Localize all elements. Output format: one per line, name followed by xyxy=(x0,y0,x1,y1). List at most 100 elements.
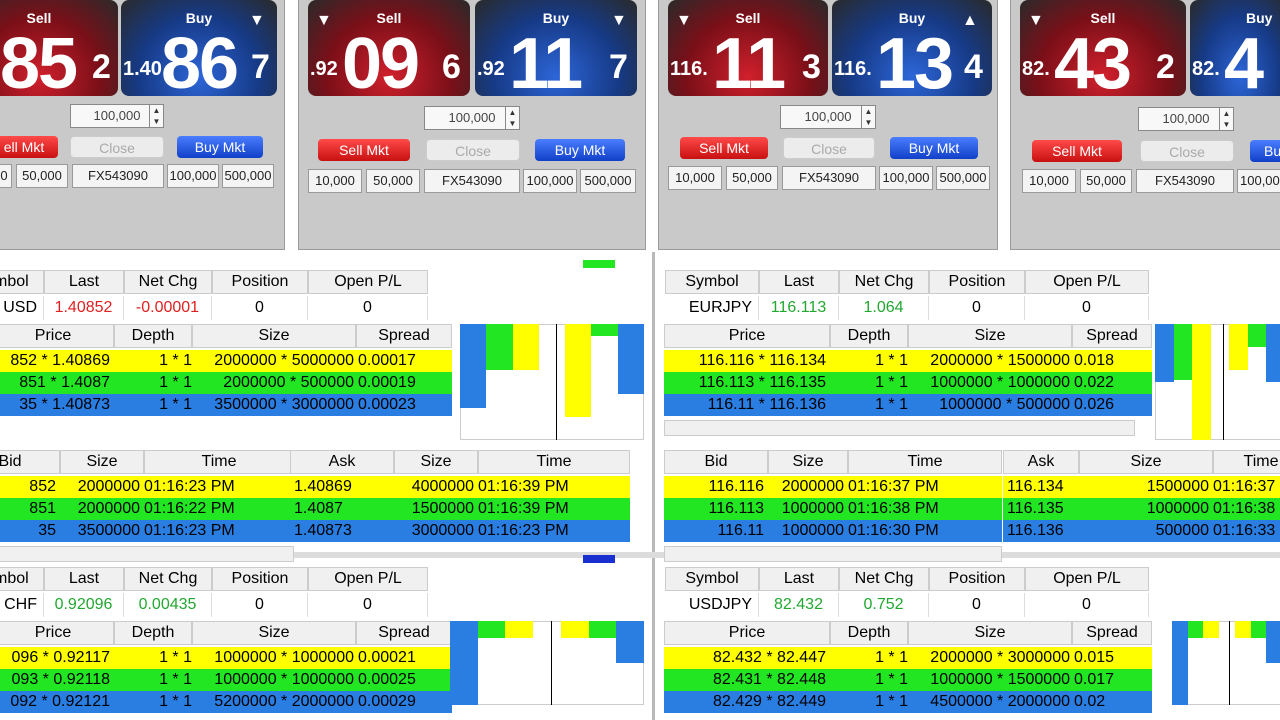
ask-row-cell[interactable]: 01:16:33 F xyxy=(1213,520,1280,542)
ask-row-cell[interactable]: 500000 xyxy=(1079,520,1213,542)
book-row-cell[interactable]: 1000000 * 1000000 xyxy=(192,647,356,669)
amount-stepper-icon[interactable]: ▲ ▼ xyxy=(505,107,519,129)
buy-mkt-button[interactable]: Bu xyxy=(1250,140,1280,162)
ask-row-cell[interactable]: 4000000 xyxy=(394,476,478,498)
account-button[interactable]: FX543090 xyxy=(424,169,520,193)
book-row-cell[interactable]: 092 * 0.92121 xyxy=(0,691,114,713)
book-row-cell[interactable]: 116.113 * 116.135 xyxy=(664,372,830,394)
book-row-cell[interactable]: 0.017 xyxy=(1072,669,1152,691)
book-row-cell[interactable]: 1 * 1 xyxy=(114,394,192,416)
amount-input[interactable]: 100,000 ▲ ▼ xyxy=(1138,107,1234,131)
bid-row-cell[interactable]: 01:16:37 PM xyxy=(848,476,1002,498)
book-row-cell[interactable]: 1 * 1 xyxy=(114,691,192,713)
sell-tile[interactable]: Sell 85 2 xyxy=(0,0,118,96)
ask-row-cell[interactable]: 01:16:39 PM xyxy=(478,498,630,520)
bid-row-cell[interactable]: 3500000 xyxy=(60,520,144,542)
bid-row-cell[interactable]: 01:16:23 PM xyxy=(144,476,294,498)
ask-row-cell[interactable]: 01:16:23 PM xyxy=(478,520,630,542)
sell-tile[interactable]: Sell ▼ 82. 43 2 xyxy=(1020,0,1186,96)
sell-mkt-button[interactable]: Sell Mkt xyxy=(318,139,410,161)
bid-row-cell[interactable]: 2000000 xyxy=(60,476,144,498)
book-row-cell[interactable]: 1 * 1 xyxy=(830,394,908,416)
sell-mkt-button[interactable]: ell Mkt xyxy=(0,136,58,158)
qty-button[interactable]: 100,000 xyxy=(879,166,933,190)
ask-row-cell[interactable]: 3000000 xyxy=(394,520,478,542)
qty-button[interactable]: 100,000 xyxy=(523,169,577,193)
book-row-cell[interactable]: 1 * 1 xyxy=(830,350,908,372)
book-row-cell[interactable]: 093 * 0.92118 xyxy=(0,669,114,691)
bid-row-cell[interactable]: 35 xyxy=(0,520,60,542)
account-button[interactable]: FX543090 xyxy=(782,166,876,190)
qty-button[interactable]: 50,000 xyxy=(1080,169,1132,193)
book-row-cell[interactable]: 1 * 1 xyxy=(830,669,908,691)
qty-button[interactable]: 10,000 xyxy=(1022,169,1076,193)
ask-row-cell[interactable]: 1.40873 xyxy=(290,520,394,542)
book-row-cell[interactable]: 096 * 0.92117 xyxy=(0,647,114,669)
trade-scrollbar[interactable] xyxy=(0,546,294,562)
close-button[interactable]: Close xyxy=(1140,140,1234,162)
qty-button[interactable]: 500,000 xyxy=(936,166,990,190)
book-row-cell[interactable]: 1000000 * 1000000 xyxy=(908,372,1072,394)
book-row-cell[interactable]: 0.00029 xyxy=(356,691,452,713)
qty-button[interactable]: 100,000 xyxy=(167,164,219,188)
book-row-cell[interactable]: 1 * 1 xyxy=(114,350,192,372)
sell-mkt-button[interactable]: Sell Mkt xyxy=(680,137,768,159)
book-row-cell[interactable]: 0.00023 xyxy=(356,394,452,416)
ask-row-cell[interactable]: 01:16:37 P xyxy=(1213,476,1280,498)
ask-row-cell[interactable]: 1000000 xyxy=(1079,498,1213,520)
qty-button[interactable]: 10,000 xyxy=(668,166,722,190)
bid-row-cell[interactable]: 2000000 xyxy=(60,498,144,520)
amount-stepper-icon[interactable]: ▲ ▼ xyxy=(861,106,875,128)
ask-row-cell[interactable]: 01:16:39 PM xyxy=(478,476,630,498)
book-row-cell[interactable]: 82.431 * 82.448 xyxy=(664,669,830,691)
bid-row-cell[interactable]: 01:16:23 PM xyxy=(144,520,294,542)
account-button[interactable]: FX543090 xyxy=(1136,169,1234,193)
book-row-cell[interactable]: 116.11 * 116.136 xyxy=(664,394,830,416)
book-row-cell[interactable]: 2000000 * 500000 xyxy=(192,372,356,394)
bid-row-cell[interactable]: 2000000 xyxy=(768,476,848,498)
buy-tile[interactable]: Buy ▲ 116. 13 4 xyxy=(832,0,992,96)
bid-row-cell[interactable]: 01:16:38 PM xyxy=(848,498,1002,520)
book-row-cell[interactable]: 1 * 1 xyxy=(830,647,908,669)
buy-tile[interactable]: Buy 1.40 86 7 ▼ xyxy=(121,0,277,96)
book-row-cell[interactable]: 0.00021 xyxy=(356,647,452,669)
ask-row-cell[interactable]: 1500000 xyxy=(394,498,478,520)
bid-row-cell[interactable]: 1000000 xyxy=(768,520,848,542)
book-row-cell[interactable]: 0.022 xyxy=(1072,372,1152,394)
book-row-cell[interactable]: 852 * 1.40869 xyxy=(0,350,114,372)
sell-tile[interactable]: Sell ▼ 116. 11 3 xyxy=(668,0,828,96)
account-button[interactable]: FX543090 xyxy=(72,164,164,188)
book-row-cell[interactable]: 2000000 * 1500000 xyxy=(908,350,1072,372)
book-row-cell[interactable]: 0.026 xyxy=(1072,394,1152,416)
trade-scrollbar[interactable] xyxy=(664,546,1002,562)
ask-row-cell[interactable]: 116.135 xyxy=(1003,498,1079,520)
book-row-cell[interactable]: 0.015 xyxy=(1072,647,1152,669)
book-row-cell[interactable]: 5200000 * 2000000 xyxy=(192,691,356,713)
book-row-cell[interactable]: 1 * 1 xyxy=(114,647,192,669)
book-row-cell[interactable]: 116.116 * 116.134 xyxy=(664,350,830,372)
amount-input[interactable]: 100,000 ▲ ▼ xyxy=(780,105,876,129)
book-scrollbar[interactable] xyxy=(664,420,1135,436)
bid-row-cell[interactable]: 1000000 xyxy=(768,498,848,520)
book-row-cell[interactable]: 1000000 * 1000000 xyxy=(192,669,356,691)
buy-mkt-button[interactable]: Buy Mkt xyxy=(177,136,263,158)
bid-row-cell[interactable]: 116.11 xyxy=(664,520,768,542)
ask-row-cell[interactable]: 116.136 xyxy=(1003,520,1079,542)
sell-mkt-button[interactable]: Sell Mkt xyxy=(1032,140,1122,162)
book-row-cell[interactable]: 2000000 * 5000000 xyxy=(192,350,356,372)
book-row-cell[interactable]: 1000000 * 500000 xyxy=(908,394,1072,416)
amount-input[interactable]: 100,000 ▲ ▼ xyxy=(424,106,520,130)
bid-row-cell[interactable]: 01:16:30 PM xyxy=(848,520,1002,542)
book-row-cell[interactable]: 1 * 1 xyxy=(830,691,908,713)
ask-row-cell[interactable]: 116.134 xyxy=(1003,476,1079,498)
book-row-cell[interactable]: 851 * 1.4087 xyxy=(0,372,114,394)
ask-row-cell[interactable]: 1.40869 xyxy=(290,476,394,498)
bid-row-cell[interactable]: 852 xyxy=(0,476,60,498)
qty-button[interactable]: 100,00 xyxy=(1237,169,1280,193)
bid-row-cell[interactable]: 116.116 xyxy=(664,476,768,498)
book-row-cell[interactable]: 0.00025 xyxy=(356,669,452,691)
book-row-cell[interactable]: 1 * 1 xyxy=(114,372,192,394)
book-row-cell[interactable]: 1 * 1 xyxy=(114,669,192,691)
qty-button[interactable]: 50,000 xyxy=(726,166,778,190)
sell-tile[interactable]: Sell ▼ .92 09 6 xyxy=(308,0,470,96)
